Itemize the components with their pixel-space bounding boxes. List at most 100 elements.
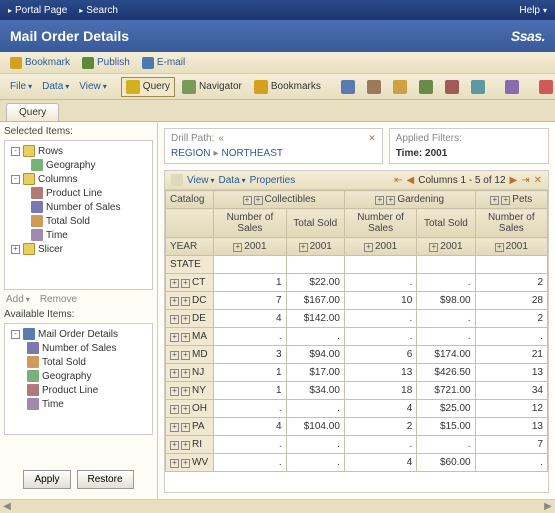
filter-button-2[interactable] xyxy=(362,77,386,97)
expand-icon[interactable]: + xyxy=(170,405,179,414)
expand-icon[interactable]: + xyxy=(181,297,190,306)
query-button[interactable]: Query xyxy=(121,77,175,97)
row-header[interactable]: ++MD xyxy=(166,346,214,364)
filter-button-5[interactable] xyxy=(440,77,464,97)
email-link[interactable]: E-mail xyxy=(142,57,185,69)
expand-icon[interactable]: + xyxy=(170,423,179,432)
expand-icon[interactable]: + xyxy=(170,459,179,468)
expand-icon[interactable]: - xyxy=(11,175,20,184)
tree-node[interactable]: -Mail Order Details xyxy=(8,327,149,341)
navigator-button[interactable]: Navigator xyxy=(177,77,247,97)
expand-icon[interactable]: + xyxy=(170,441,179,450)
expand-icon[interactable]: + xyxy=(11,245,20,254)
filter-button-6[interactable] xyxy=(466,77,490,97)
col-year-val[interactable]: +2001 xyxy=(417,238,475,256)
row-header[interactable]: ++PA xyxy=(166,418,214,436)
expand-icon[interactable]: + xyxy=(233,243,242,252)
col-year-val[interactable]: +2001 xyxy=(214,238,286,256)
tree-node[interactable]: Number of Sales xyxy=(8,200,149,214)
tree-node[interactable]: Geography xyxy=(8,158,149,172)
grid-properties-link[interactable]: Properties xyxy=(250,175,296,186)
table-row[interactable]: ++OH..4$25.0012 xyxy=(166,400,548,418)
col-year-val[interactable]: +2001 xyxy=(344,238,416,256)
col-group[interactable]: ++Gardening xyxy=(344,191,475,209)
row-header[interactable]: ++WV xyxy=(166,454,214,472)
table-row[interactable]: ++DC7$167.0010$98.0028 xyxy=(166,292,548,310)
expand-icon[interactable]: - xyxy=(11,330,20,339)
tree-node[interactable]: -Columns xyxy=(8,172,149,186)
expand-icon[interactable]: + xyxy=(181,405,190,414)
expand-icon[interactable]: + xyxy=(170,369,179,378)
row-header[interactable]: ++CT xyxy=(166,274,214,292)
row-header[interactable]: ++MA xyxy=(166,328,214,346)
grid-data-menu[interactable]: Data xyxy=(219,175,246,186)
table-row[interactable]: ++CT1$22.00..2 xyxy=(166,274,548,292)
search-link[interactable]: Search xyxy=(79,5,118,16)
expand-icon[interactable]: + xyxy=(299,243,308,252)
tree-node[interactable]: Total Sold xyxy=(8,355,149,369)
tree-node[interactable]: +Slicer xyxy=(8,242,149,256)
expand-icon[interactable]: + xyxy=(181,459,190,468)
col-measure[interactable]: Number of Sales xyxy=(475,209,547,238)
table-row[interactable]: ++MA..... xyxy=(166,328,548,346)
pager-first-icon[interactable]: ⇤ xyxy=(394,175,402,186)
expand-icon[interactable]: + xyxy=(181,351,190,360)
apply-button[interactable]: Apply xyxy=(23,470,70,489)
row-header[interactable]: ++DC xyxy=(166,292,214,310)
col-year-val[interactable]: +2001 xyxy=(286,238,344,256)
pager-next-icon[interactable]: ▶ xyxy=(510,175,518,186)
row-header[interactable]: ++NJ xyxy=(166,364,214,382)
tree-node[interactable]: Number of Sales xyxy=(8,341,149,355)
expand-icon[interactable]: + xyxy=(375,196,384,205)
expand-icon[interactable]: + xyxy=(386,196,395,205)
expand-icon[interactable]: + xyxy=(181,423,190,432)
col-group[interactable]: ++Pets xyxy=(475,191,547,209)
expand-icon[interactable]: + xyxy=(254,196,263,205)
portal-page-link[interactable]: Portal Page xyxy=(8,5,67,16)
tree-node[interactable]: Product Line xyxy=(8,383,149,397)
col-measure[interactable]: Total Sold xyxy=(417,209,475,238)
filter-button-1[interactable] xyxy=(336,77,360,97)
expand-icon[interactable]: + xyxy=(181,315,190,324)
col-measure[interactable]: Number of Sales xyxy=(214,209,286,238)
grid-close-icon[interactable]: ✕ xyxy=(534,175,542,186)
publish-link[interactable]: Publish xyxy=(82,57,130,69)
table-row[interactable]: ++WV..4$60.00. xyxy=(166,454,548,472)
col-year-val[interactable]: +2001 xyxy=(475,238,547,256)
expand-icon[interactable]: + xyxy=(170,351,179,360)
collapse-icon[interactable]: « xyxy=(218,133,224,144)
tree-node[interactable]: Total Sold xyxy=(8,214,149,228)
bookmark-link[interactable]: Bookmark xyxy=(10,57,70,69)
grid-icon[interactable] xyxy=(171,174,183,186)
row-header[interactable]: ++OH xyxy=(166,400,214,418)
col-catalog[interactable]: Catalog xyxy=(166,191,214,209)
table-row[interactable]: ++DE4$142.00..2 xyxy=(166,310,548,328)
table-row[interactable]: ++MD3$94.006$174.0021 xyxy=(166,346,548,364)
file-menu[interactable]: File xyxy=(6,79,36,94)
expand-icon[interactable]: + xyxy=(429,243,438,252)
expand-icon[interactable]: + xyxy=(170,297,179,306)
row-header[interactable]: ++DE xyxy=(166,310,214,328)
expand-icon[interactable]: + xyxy=(495,243,504,252)
expand-icon[interactable]: + xyxy=(181,441,190,450)
expand-icon[interactable]: + xyxy=(501,196,510,205)
scroll-left-icon[interactable]: ◀ xyxy=(0,500,14,513)
expand-icon[interactable]: - xyxy=(11,147,20,156)
pager-prev-icon[interactable]: ◀ xyxy=(407,175,415,186)
available-items-tree[interactable]: -Mail Order DetailsNumber of SalesTotal … xyxy=(4,323,153,435)
row-state-header[interactable]: STATE xyxy=(166,256,214,274)
scroll-right-icon[interactable]: ▶ xyxy=(541,500,555,513)
expand-icon[interactable]: + xyxy=(181,279,190,288)
expand-icon[interactable]: + xyxy=(243,196,252,205)
expand-icon[interactable]: + xyxy=(490,196,499,205)
col-group[interactable]: ++Collectibles xyxy=(214,191,345,209)
col-measure[interactable]: Total Sold xyxy=(286,209,344,238)
remove-action[interactable]: Remove xyxy=(40,294,77,305)
help-menu[interactable]: Help xyxy=(519,5,547,16)
close-icon[interactable] xyxy=(368,133,376,144)
expand-icon[interactable]: + xyxy=(181,369,190,378)
drill-path-value[interactable]: REGION▸NORTHEAST xyxy=(171,148,376,159)
expand-icon[interactable]: + xyxy=(170,387,179,396)
filter-button-3[interactable] xyxy=(388,77,412,97)
expand-icon[interactable]: + xyxy=(170,279,179,288)
